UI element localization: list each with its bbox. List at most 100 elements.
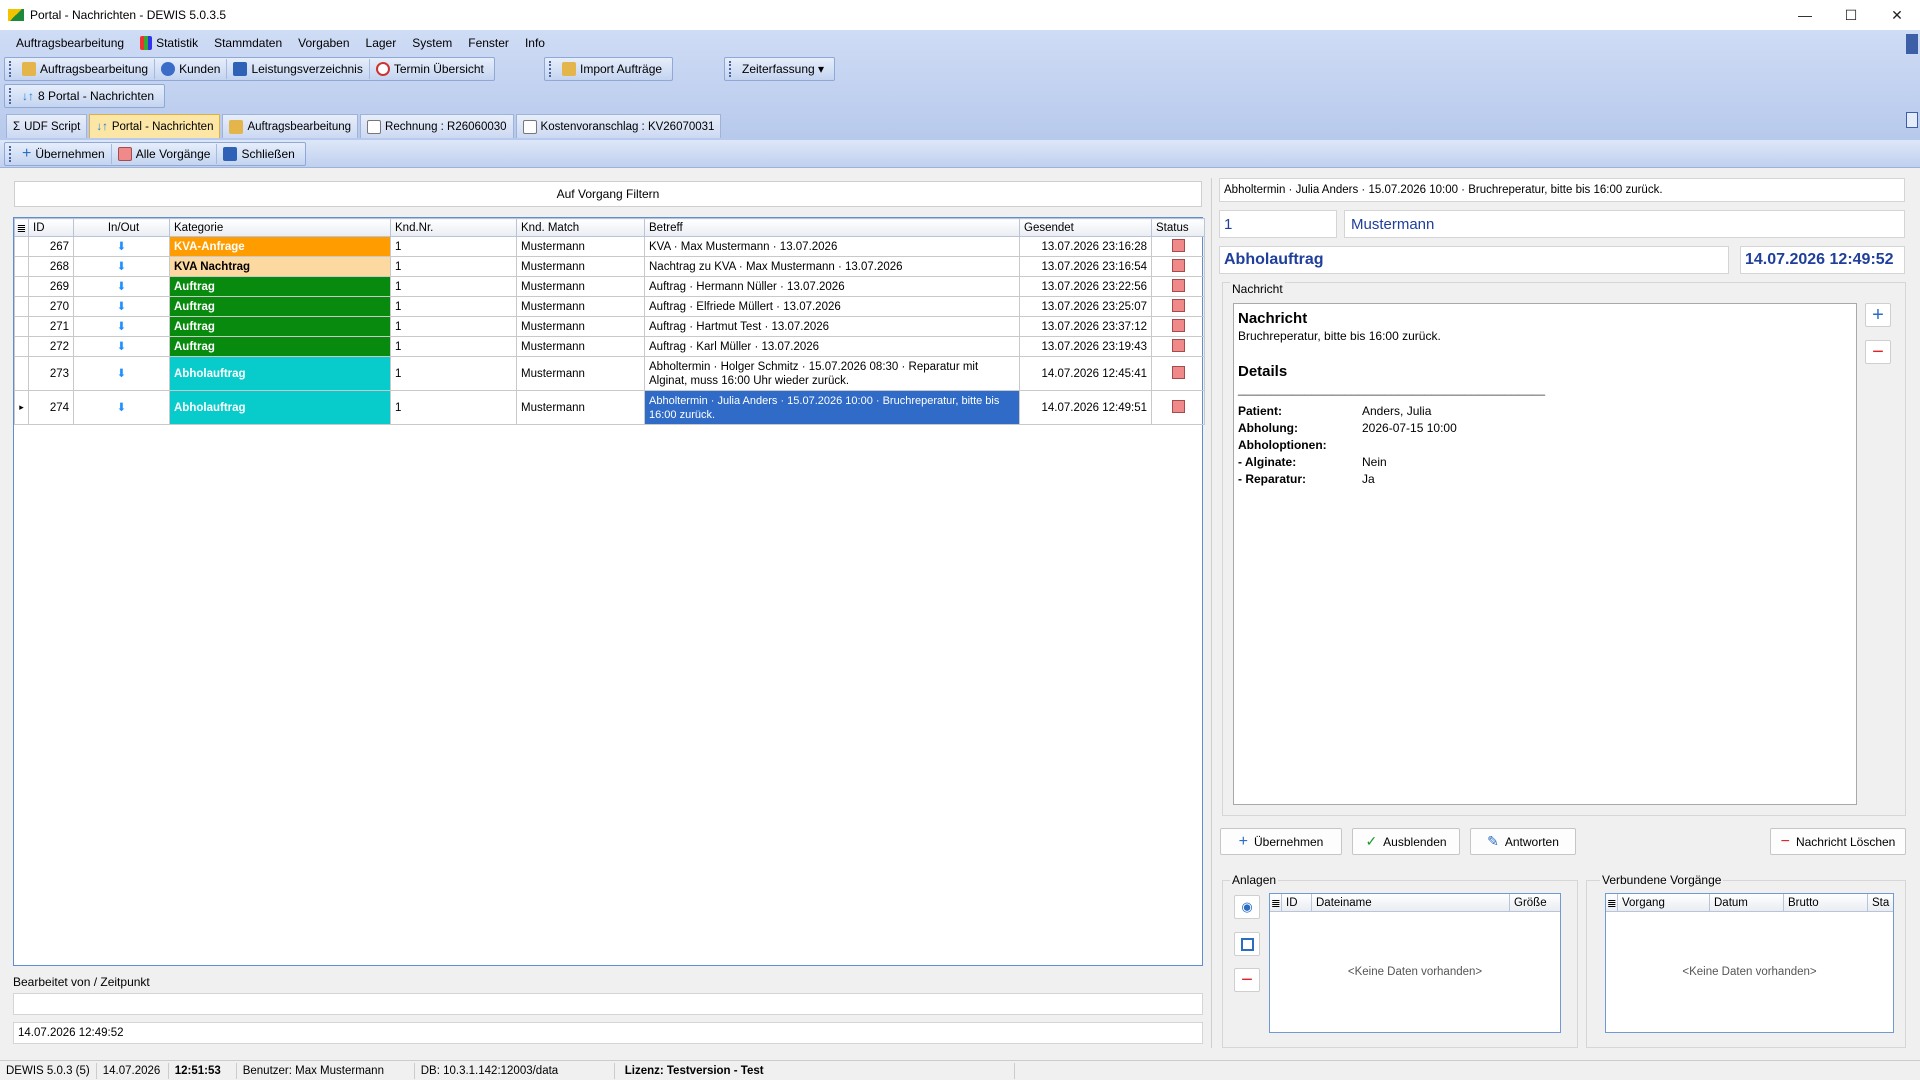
vorgaenge-col-datum[interactable]: Datum — [1710, 894, 1784, 911]
cell-gesendet[interactable]: 14.07.2026 12:49:51 — [1019, 390, 1152, 425]
toolbar-leistungsverzeichnis-button[interactable]: Leistungsverzeichnis — [227, 59, 370, 79]
cell-inout[interactable]: ⬇ — [73, 296, 170, 317]
cell-status[interactable] — [1151, 276, 1205, 297]
cell-kndmatch[interactable]: Mustermann — [516, 276, 645, 297]
cell-inout[interactable]: ⬇ — [73, 256, 170, 277]
column-id[interactable]: ID — [28, 218, 74, 237]
menu-lager[interactable]: Lager — [366, 36, 397, 50]
cell-betreff[interactable]: Auftrag · Elfriede Müllert · 13.07.2026 — [644, 296, 1020, 317]
table-row[interactable]: 272 ⬇ Auftrag 1 Mustermann Auftrag · Karl Mül… — [14, 336, 1205, 357]
cell-kategorie[interactable]: KVA Nachtrag — [169, 256, 391, 277]
menu-overflow-icon[interactable] — [1906, 34, 1918, 54]
cell-kndnr[interactable]: 1 — [390, 356, 517, 391]
cell-id[interactable]: 274 — [28, 390, 74, 425]
table-row[interactable]: 271 ⬇ Auftrag 1 Mustermann Auftrag · Hartmut … — [14, 316, 1205, 337]
row-indicator[interactable]: ▸ — [14, 390, 29, 425]
column-kategorie[interactable]: Kategorie — [169, 218, 391, 237]
cell-status[interactable] — [1151, 356, 1205, 391]
cell-betreff[interactable]: Abholtermin · Julia Anders · 15.07.2026 … — [644, 390, 1020, 425]
column-status[interactable]: Status — [1151, 218, 1205, 237]
vorgaenge-col-brutto[interactable]: Brutto — [1784, 894, 1868, 911]
kndnr-field[interactable]: 1 — [1219, 210, 1337, 238]
window-portal-nachrichten-button[interactable]: ↓↑ 8 Portal - Nachrichten — [16, 86, 160, 106]
filter-button[interactable]: Auf Vorgang Filtern — [14, 181, 1202, 207]
cell-kndnr[interactable]: 1 — [390, 390, 517, 425]
save-icon[interactable] — [1234, 932, 1260, 956]
tab-udf-script[interactable]: Σ UDF Script — [6, 114, 88, 138]
table-row[interactable]: 267 ⬇ KVA-Anfrage 1 Mustermann KVA · Max Must… — [14, 236, 1205, 257]
alle-vorgaenge-button[interactable]: Alle Vorgänge — [112, 144, 218, 164]
row-indicator[interactable] — [14, 256, 29, 277]
cell-betreff[interactable]: Auftrag · Hartmut Test · 13.07.2026 — [644, 316, 1020, 337]
uebernehmen-button[interactable]: + Übernehmen — [1220, 828, 1342, 855]
close-button[interactable]: ✕ — [1874, 0, 1920, 30]
toolbar-grip[interactable] — [9, 61, 13, 77]
minimize-button[interactable]: — — [1782, 0, 1828, 30]
cell-inout[interactable]: ⬇ — [73, 336, 170, 357]
cell-kndnr[interactable]: 1 — [390, 236, 517, 257]
anlagen-grid[interactable]: ≣ ID Dateiname Größe <Keine Daten vorhan… — [1269, 893, 1561, 1033]
cell-kategorie[interactable]: Abholauftrag — [169, 390, 391, 425]
ausblenden-button[interactable]: ✓ Ausblenden — [1352, 828, 1460, 855]
toolbar-grip[interactable] — [729, 61, 733, 77]
toolbar-grip[interactable] — [9, 146, 13, 162]
cell-kategorie[interactable]: Auftrag — [169, 296, 391, 317]
import-auftraege-button[interactable]: Import Aufträge — [556, 59, 668, 79]
column-chooser-icon[interactable]: ≣ — [1270, 894, 1282, 911]
cell-kndnr[interactable]: 1 — [390, 336, 517, 357]
cell-kndmatch[interactable]: Mustermann — [516, 356, 645, 391]
cell-id[interactable]: 272 — [28, 336, 74, 357]
vorgaenge-col-vorgang[interactable]: Vorgang — [1618, 894, 1710, 911]
edited-time-field[interactable]: 14.07.2026 12:49:52 — [13, 1022, 1203, 1044]
cell-kndmatch[interactable]: Mustermann — [516, 236, 645, 257]
cell-betreff[interactable]: KVA · Max Mustermann · 13.07.2026 — [644, 236, 1020, 257]
delete-attachment-icon[interactable]: − — [1234, 968, 1260, 992]
cell-betreff[interactable]: Nachtrag zu KVA · Max Mustermann · 13.07… — [644, 256, 1020, 277]
row-indicator[interactable] — [14, 356, 29, 391]
toolbar-kunden-button[interactable]: Kunden — [155, 59, 228, 79]
row-indicator[interactable] — [14, 296, 29, 317]
zeiterfassung-dropdown[interactable]: Zeiterfassung ▾ — [736, 59, 830, 79]
tab-rechnung[interactable]: Rechnung : R26060030 — [360, 114, 514, 138]
messages-grid[interactable]: ≣ ID In/Out Kategorie Knd.Nr. Knd. Match… — [13, 217, 1205, 966]
tab-auftragsbearbeitung[interactable]: Auftragsbearbeitung — [222, 114, 359, 138]
cell-inout[interactable]: ⬇ — [73, 390, 170, 425]
column-inout[interactable]: In/Out — [73, 218, 170, 237]
cell-id[interactable]: 270 — [28, 296, 74, 317]
cell-kategorie[interactable]: KVA-Anfrage — [169, 236, 391, 257]
vorgaenge-grid[interactable]: ≣ Vorgang Datum Brutto Sta <Keine Daten … — [1605, 893, 1894, 1033]
table-row[interactable]: 269 ⬇ Auftrag 1 Mustermann Auftrag · Hermann … — [14, 276, 1205, 297]
edited-user-field[interactable] — [13, 993, 1203, 1015]
table-row[interactable]: 268 ⬇ KVA Nachtrag 1 Mustermann Nachtrag zu K… — [14, 256, 1205, 277]
menu-info[interactable]: Info — [525, 36, 545, 50]
table-row[interactable]: ▸ 274 ⬇ Abholauftrag 1 Mustermann Abholtermin … — [14, 390, 1205, 425]
message-view[interactable]: Nachricht Bruchreperatur, bitte bis 16:0… — [1233, 303, 1857, 805]
cell-kategorie[interactable]: Auftrag — [169, 276, 391, 297]
cell-betreff[interactable]: Abholtermin · Holger Schmitz · 15.07.202… — [644, 356, 1020, 391]
eye-icon[interactable]: ◉ — [1234, 895, 1260, 919]
tab-kostenvoranschlag[interactable]: Kostenvoranschlag : KV26070031 — [515, 114, 722, 138]
cell-betreff[interactable]: Auftrag · Karl Müller · 13.07.2026 — [644, 336, 1020, 357]
cell-inout[interactable]: ⬇ — [73, 276, 170, 297]
cell-gesendet[interactable]: 13.07.2026 23:19:43 — [1019, 336, 1152, 357]
cell-gesendet[interactable]: 13.07.2026 23:16:28 — [1019, 236, 1152, 257]
menu-vorgaben[interactable]: Vorgaben — [298, 36, 349, 50]
cell-kndmatch[interactable]: Mustermann — [516, 390, 645, 425]
cell-kndmatch[interactable]: Mustermann — [516, 336, 645, 357]
subject-field[interactable]: Abholtermin · Julia Anders · 15.07.2026 … — [1219, 178, 1905, 202]
antworten-button[interactable]: ✎ Antworten — [1470, 828, 1576, 855]
menu-auftragsbearbeitung[interactable]: Auftragsbearbeitung — [16, 36, 124, 50]
cell-gesendet[interactable]: 13.07.2026 23:16:54 — [1019, 256, 1152, 277]
toolbar-grip[interactable] — [549, 61, 553, 77]
cell-status[interactable] — [1151, 256, 1205, 277]
row-indicator[interactable] — [14, 236, 29, 257]
toolbar-termin-button[interactable]: Termin Übersicht — [370, 59, 490, 79]
table-row[interactable]: 270 ⬇ Auftrag 1 Mustermann Auftrag · Elfriede… — [14, 296, 1205, 317]
cell-id[interactable]: 267 — [28, 236, 74, 257]
cell-gesendet[interactable]: 13.07.2026 23:22:56 — [1019, 276, 1152, 297]
menu-system[interactable]: System — [412, 36, 452, 50]
cell-status[interactable] — [1151, 336, 1205, 357]
cell-kndnr[interactable]: 1 — [390, 276, 517, 297]
toolbar-auftragsbearbeitung-button[interactable]: Auftragsbearbeitung — [16, 59, 156, 79]
tab-portal-nachrichten[interactable]: ↓↑ Portal - Nachrichten — [89, 114, 221, 138]
